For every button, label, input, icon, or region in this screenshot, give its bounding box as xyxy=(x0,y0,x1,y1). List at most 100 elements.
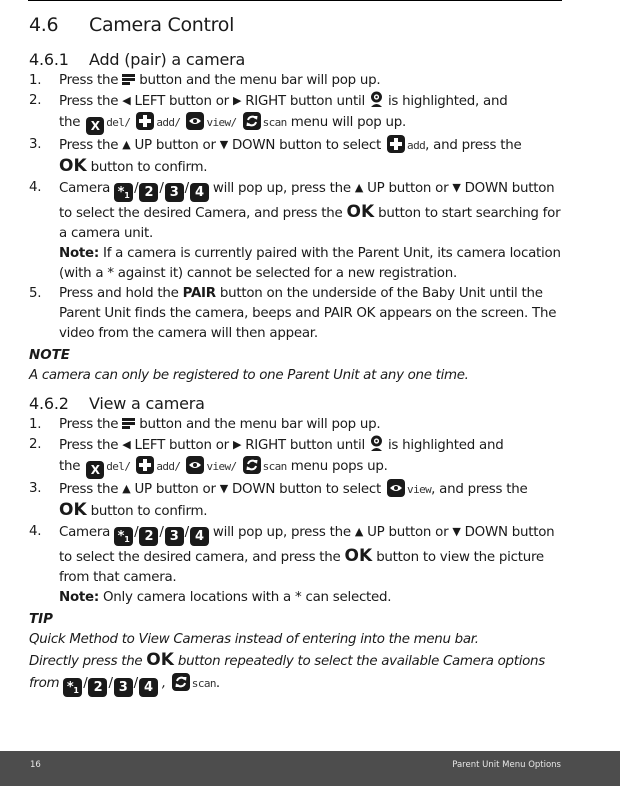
menu-icon xyxy=(122,74,136,85)
camera-2-tile-icon: 2 xyxy=(88,677,108,697)
section-title: Camera Control xyxy=(89,14,235,36)
tip-line-1: Quick Method to View Cameras instead of … xyxy=(29,631,479,647)
ok-button-icon: OK xyxy=(59,156,87,176)
step-text: LEFT button or xyxy=(134,94,229,109)
step-number: 5. xyxy=(29,286,42,301)
menu-label-scan: scan xyxy=(262,116,288,129)
note-heading: NOTE xyxy=(29,348,70,363)
left-arrow-icon: ◀ xyxy=(122,94,131,107)
camera-tiles: *1/2/3/4 xyxy=(63,676,162,697)
right-arrow-icon: ▶ xyxy=(232,94,242,107)
list-item: 2. Press the ◀ LEFT button or ▶ RIGHT bu… xyxy=(29,91,563,135)
note-label: Note: xyxy=(59,246,99,261)
footer-title: Parent Unit Menu Options xyxy=(452,760,561,770)
step-number: 2. xyxy=(29,93,42,108)
camera-4-tile-icon: 4 xyxy=(138,677,158,697)
view-tile-icon xyxy=(186,455,205,474)
up-arrow-icon: ▲ xyxy=(122,138,131,151)
camera-3-tile-icon: 3 xyxy=(164,183,184,202)
step-text: RIGHT button until xyxy=(245,94,365,109)
add-tile-icon xyxy=(136,112,155,130)
pair-button-label: PAIR xyxy=(182,286,217,301)
camera-1-tile-icon: *1 xyxy=(63,677,83,697)
list-item: 5. Press and hold the PAIR button on the… xyxy=(29,284,563,344)
step-text: Press and hold the xyxy=(59,286,179,301)
down-arrow-icon: ▼ xyxy=(452,524,461,538)
page-number: 16 xyxy=(30,760,41,770)
menu-label-add: add/ xyxy=(156,459,181,473)
step-text: DOWN button to select xyxy=(232,481,382,497)
right-arrow-icon: ▶ xyxy=(232,437,242,451)
step-text: menu pops up. xyxy=(290,458,388,474)
note-text: Only camera locations with a * can selec… xyxy=(103,589,392,605)
step-text: DOWN xyxy=(464,524,508,540)
step-number: 4. xyxy=(29,180,42,195)
scan-tile-icon xyxy=(242,112,261,130)
subsection-heading-add: 4.6.1 Add (pair) a camera xyxy=(29,49,563,71)
scan-tile-icon xyxy=(171,672,190,691)
list-item: 3. Press the ▲ UP button or ▼ DOWN butto… xyxy=(29,478,563,522)
step-text: LEFT button or xyxy=(134,437,229,453)
step-text: RIGHT button until xyxy=(245,437,365,453)
step-text: the xyxy=(59,458,81,474)
up-arrow-icon: ▲ xyxy=(354,524,364,538)
menu-icon xyxy=(122,417,136,429)
list-item: 1. Press the button and the menu bar wil… xyxy=(29,415,563,435)
tip-line-2: Directly press the OK button repeatedly … xyxy=(29,650,545,697)
subsection-title: Add (pair) a camera xyxy=(89,50,246,69)
down-arrow-icon: ▼ xyxy=(452,181,461,194)
camera-1-tile-icon: *1 xyxy=(114,183,134,202)
ok-button-icon: OK xyxy=(59,499,87,520)
up-arrow-icon: ▲ xyxy=(122,481,131,495)
menu-label-scan: scan xyxy=(262,459,288,473)
camera-tiles: *1/2/3/4 xyxy=(114,181,213,202)
up-arrow-icon: ▲ xyxy=(354,181,364,194)
step-text: Press the xyxy=(59,138,119,153)
section-heading: 4.6 Camera Control xyxy=(29,10,563,40)
menu-label-del: del/ xyxy=(106,459,131,473)
add-tile-icon xyxy=(136,455,155,474)
menu-label-view: view/ xyxy=(206,459,237,473)
step-text: Press the xyxy=(59,416,119,432)
step-text: Press the xyxy=(59,481,119,497)
step-text: DOWN xyxy=(464,181,508,196)
step-text: Camera xyxy=(59,181,111,196)
subsection-title: View a camera xyxy=(89,393,205,413)
step-text: button and the menu bar will pop up. xyxy=(139,416,381,432)
step-text: , and press the xyxy=(425,138,522,153)
step-text: button to confirm. xyxy=(90,160,208,175)
add-camera-steps: 1. Press the button and the menu bar wil… xyxy=(29,71,563,344)
view-tile-icon xyxy=(186,112,205,130)
list-item: 4. Camera *1/2/3/4 will pop up, press th… xyxy=(29,522,563,608)
step-text: is highlighted and xyxy=(387,437,504,453)
page-content: 4.6 Camera Control 4.6.1 Add (pair) a came… xyxy=(29,10,563,697)
step-text: Press the xyxy=(59,437,119,453)
camera-icon xyxy=(370,91,382,107)
step-text: the xyxy=(59,115,81,130)
menu-label-del: del/ xyxy=(106,116,131,129)
step-text: will pop up, press the xyxy=(212,524,351,540)
camera-4-tile-icon: 4 xyxy=(189,183,209,202)
step-number: 1. xyxy=(29,73,42,88)
list-item: 3. Press the ▲ UP button or ▼ DOWN butto… xyxy=(29,135,563,178)
view-tile-icon xyxy=(387,478,406,497)
ok-button-icon: OK xyxy=(346,202,375,222)
menu-label-scan: scan xyxy=(191,676,217,690)
tip-text: , xyxy=(161,675,166,691)
menu-label-view: view xyxy=(407,482,432,496)
camera-icon xyxy=(370,435,382,451)
list-item: 1. Press the button and the menu bar wil… xyxy=(29,71,563,91)
add-tile-icon xyxy=(387,135,406,153)
step-text: UP button or xyxy=(367,524,449,540)
camera-3-tile-icon: 3 xyxy=(164,526,184,546)
camera-2-tile-icon: 2 xyxy=(139,526,159,546)
step-number: 1. xyxy=(29,416,42,432)
scan-tile-icon xyxy=(242,455,261,474)
step-text: button to confirm. xyxy=(90,503,208,519)
step-text: will pop up, press the xyxy=(212,181,351,196)
tip-text: Directly press the xyxy=(29,654,143,669)
list-item: 4. Camera *1/2/3/4 will pop up, press th… xyxy=(29,178,563,284)
note-label: Note: xyxy=(59,589,99,605)
ok-button-icon: OK xyxy=(146,650,174,670)
step-text: , and press the xyxy=(431,481,528,497)
